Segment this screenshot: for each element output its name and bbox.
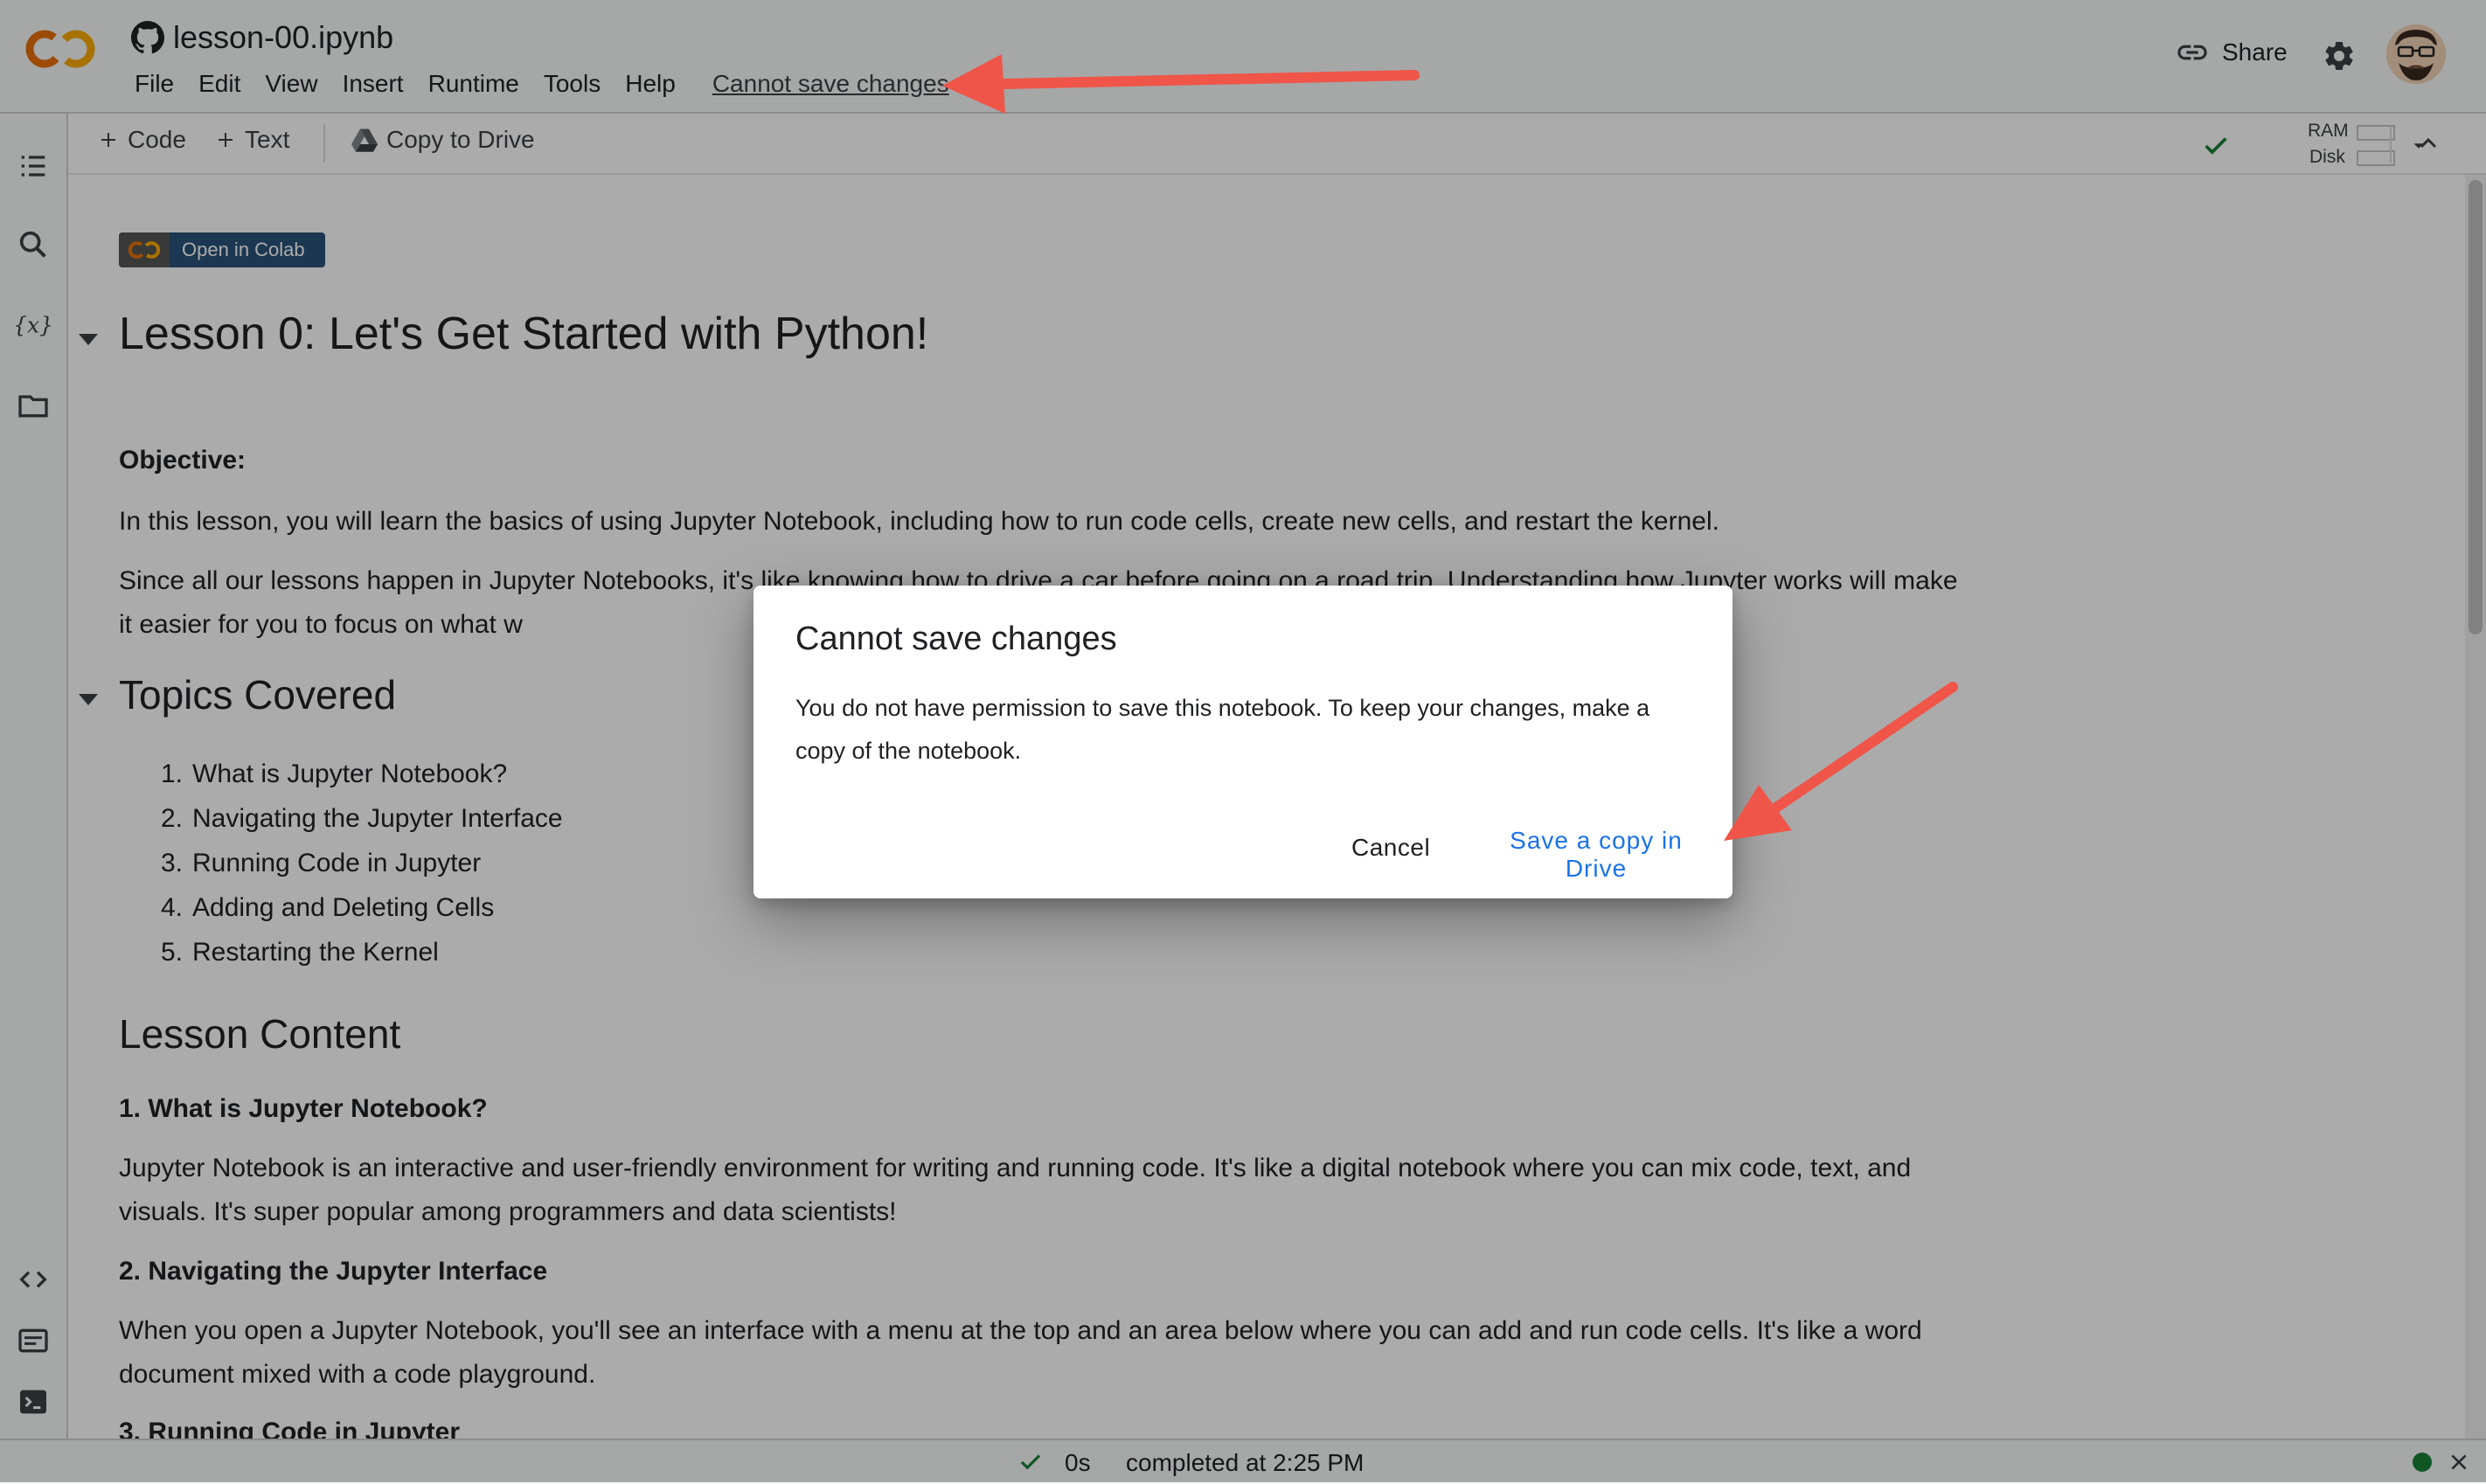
colab-app: lesson-00.ipynb File Edit View Insert Ru… — [0, 0, 2486, 1484]
annotation-arrows — [942, 54, 1958, 841]
arrow-to-cannot-save-link — [942, 54, 1420, 114]
arrow-to-save-copy-button — [1724, 682, 1958, 841]
